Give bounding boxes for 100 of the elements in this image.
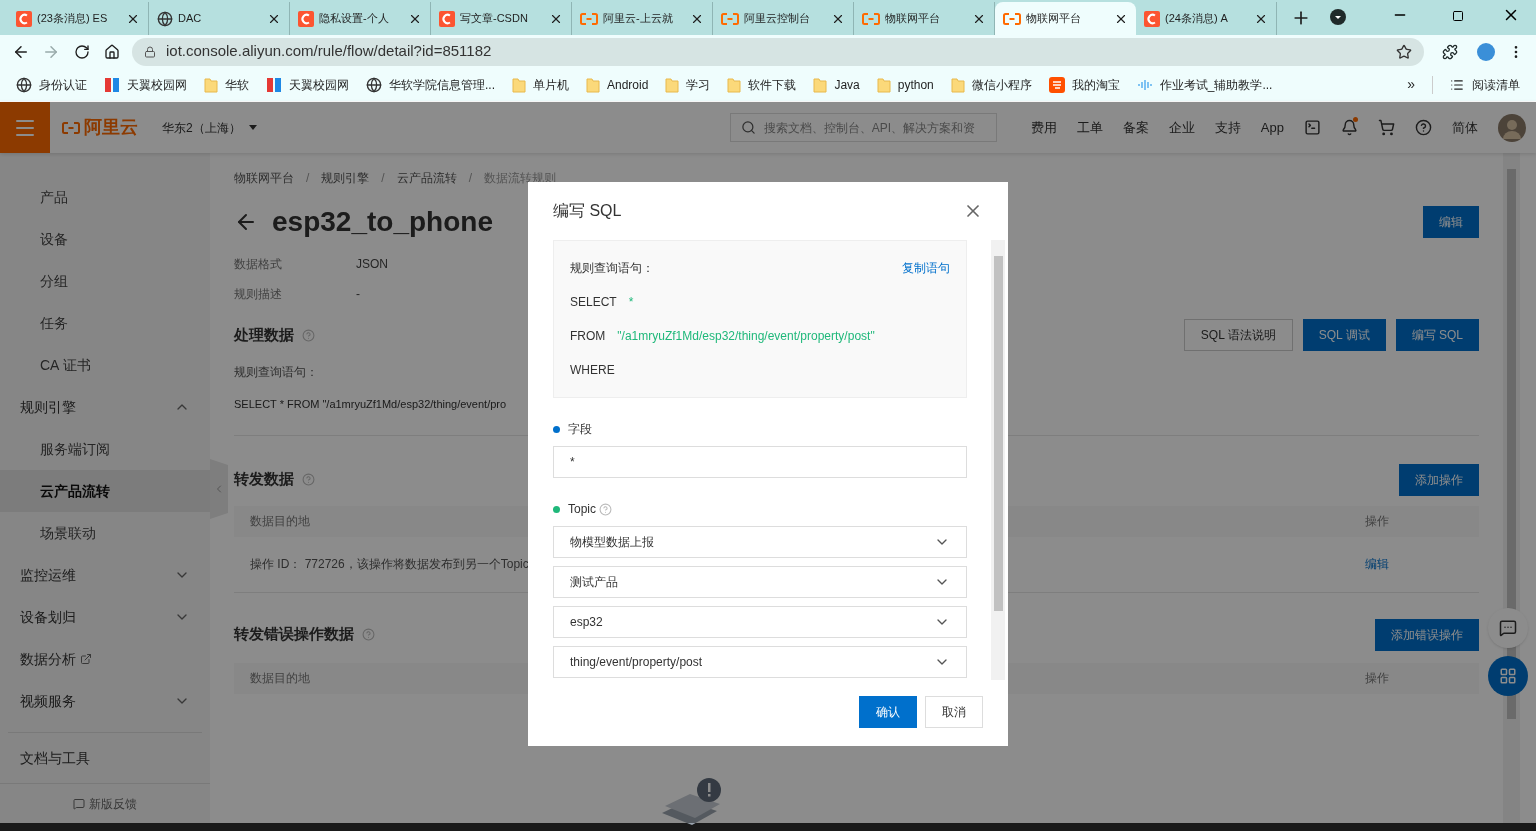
collapse-handle[interactable] bbox=[210, 459, 228, 519]
add-error-action-button[interactable]: 添加错误操作 bbox=[1375, 618, 1479, 651]
breadcrumb-link[interactable]: 云产品流转 bbox=[396, 169, 457, 187]
sound-wave-icon bbox=[1136, 78, 1153, 91]
bookmark[interactable]: 身份认证 bbox=[16, 75, 87, 94]
sql-keyword: SELECT bbox=[570, 294, 617, 311]
dialog-button[interactable]: 确认 bbox=[859, 696, 917, 728]
address-bar[interactable]: iot.console.aliyun.com/rule/flow/detail?id=851182 bbox=[132, 37, 1424, 66]
header-link[interactable]: 费用 bbox=[1030, 117, 1057, 138]
tab-title: (23条消息) ES bbox=[37, 11, 108, 27]
add-action-button[interactable]: 添加操作 bbox=[1399, 463, 1479, 496]
bookmark[interactable]: Android bbox=[586, 75, 649, 94]
select-dropdown[interactable]: thing/event/property/post bbox=[553, 646, 967, 678]
language-link[interactable]: 简体 bbox=[1452, 117, 1478, 138]
header-link[interactable]: 备案 bbox=[1122, 117, 1149, 138]
bookmark[interactable]: 软件下载 bbox=[727, 75, 797, 94]
header-link[interactable]: App bbox=[1260, 117, 1284, 138]
meta-label: 数据格式 bbox=[234, 256, 283, 273]
more-bookmarks[interactable]: » bbox=[1407, 74, 1415, 95]
region-selector[interactable]: 华东2（上海） bbox=[162, 118, 257, 137]
sidebar-item[interactable]: 分组 bbox=[0, 260, 210, 302]
dialog-scrollbar[interactable] bbox=[991, 240, 1005, 680]
reload-icon[interactable] bbox=[74, 43, 90, 60]
bookmark[interactable]: Java bbox=[813, 75, 860, 94]
tab-search-icon[interactable] bbox=[1330, 9, 1346, 25]
sql-keyword: WHERE bbox=[570, 362, 615, 379]
sql-button[interactable]: SQL 语法说明 bbox=[1183, 319, 1293, 351]
field-label: 字段 bbox=[568, 421, 592, 438]
select-dropdown[interactable]: esp32 bbox=[553, 606, 967, 638]
notification-bell[interactable] bbox=[1341, 119, 1358, 136]
sidebar-group[interactable]: 规则引擎 bbox=[0, 386, 210, 428]
bookmark[interactable]: 微信小程序 bbox=[950, 75, 1032, 94]
restore-icon[interactable] bbox=[1452, 10, 1464, 22]
breadcrumb-link[interactable]: 规则引擎 bbox=[321, 169, 370, 187]
breadcrumb-separator: / bbox=[306, 170, 310, 187]
sidebar-group[interactable]: 设备划归 bbox=[0, 596, 210, 638]
apps-icon bbox=[1499, 667, 1517, 685]
bookmark[interactable]: 单片机 bbox=[512, 75, 569, 94]
colored-bars-icon bbox=[104, 76, 120, 93]
extensions-icon[interactable] bbox=[1442, 43, 1458, 60]
external-link-icon bbox=[80, 653, 92, 665]
dialog-scrollbar-thumb[interactable] bbox=[993, 256, 1003, 611]
sidebar-group[interactable]: 数据分析 bbox=[0, 638, 210, 680]
folder-icon bbox=[876, 76, 891, 93]
edit-button[interactable]: 编辑 bbox=[1423, 206, 1479, 238]
input-field[interactable]: * bbox=[553, 446, 967, 478]
bookmark[interactable]: 作业考试_辅助教学... bbox=[1136, 75, 1273, 94]
csdn-logo-icon bbox=[1144, 10, 1160, 27]
meta-value: - bbox=[356, 286, 360, 303]
help-icon[interactable] bbox=[1415, 119, 1432, 136]
aliyun-logo-icon bbox=[721, 12, 739, 25]
url-text: iot.console.aliyun.com/rule/flow/detail?id=851182 bbox=[166, 41, 492, 62]
sql-button[interactable]: 编写 SQL bbox=[1395, 319, 1479, 351]
table-cell-text: 操作 ID： 772726，该操作将数据发布到另一个Topic bbox=[250, 556, 530, 573]
sidebar-item[interactable]: 云产品流转 bbox=[0, 470, 210, 512]
sidebar-item[interactable]: 场景联动 bbox=[0, 512, 210, 554]
meta-value: JSON bbox=[356, 256, 388, 273]
sql-button[interactable]: SQL 调试 bbox=[1302, 319, 1386, 351]
caret-icon bbox=[248, 125, 257, 130]
breadcrumb-separator: / bbox=[468, 170, 473, 187]
sidebar-item[interactable]: 设备 bbox=[0, 218, 210, 260]
section-title: 转发数据 bbox=[234, 469, 294, 490]
header-link[interactable]: 支持 bbox=[1214, 117, 1241, 138]
dialog-button[interactable]: 取消 bbox=[925, 696, 983, 728]
bookmark[interactable]: 天翼校园网 bbox=[104, 75, 187, 94]
sidebar-group[interactable]: 文档与工具 bbox=[8, 737, 202, 779]
tab-title: 阿里云控制台 bbox=[744, 11, 810, 27]
cart-icon[interactable] bbox=[1378, 119, 1395, 136]
bookmark[interactable]: python bbox=[876, 75, 934, 94]
terminal-icon[interactable] bbox=[1304, 119, 1321, 136]
home-icon[interactable] bbox=[104, 43, 120, 60]
breadcrumb-link[interactable]: 物联网平台 bbox=[234, 169, 294, 187]
apps-button[interactable] bbox=[1488, 656, 1528, 696]
sidebar-item[interactable]: 产品 bbox=[0, 176, 210, 218]
profile-avatar[interactable] bbox=[1476, 41, 1496, 62]
aliyun-logo-icon bbox=[62, 121, 80, 134]
bookmark[interactable]: 我的淘宝 bbox=[1048, 75, 1120, 94]
select-dropdown[interactable]: 物模型数据上报 bbox=[553, 526, 967, 558]
sql-keyword: FROM bbox=[570, 328, 606, 345]
bookmark-star-icon[interactable] bbox=[1396, 43, 1412, 60]
header-link[interactable]: 工单 bbox=[1076, 117, 1103, 138]
bookmark[interactable]: 天翼校园网 bbox=[266, 75, 349, 94]
search-field[interactable]: 搜索文档、控制台、API、解决方案和资 bbox=[729, 113, 997, 142]
bookmark[interactable]: 学习 bbox=[665, 75, 711, 94]
sql-value: "/a1mryuZf1Md/esp32/thing/event/property/post" bbox=[617, 328, 875, 345]
header-link[interactable]: 企业 bbox=[1168, 117, 1195, 138]
copy-link[interactable]: 复制语句 bbox=[902, 259, 950, 277]
bookmark[interactable]: 华软 bbox=[204, 75, 249, 94]
edit-link[interactable]: 编辑 bbox=[1365, 555, 1463, 573]
browser-tab[interactable]: 物联网平台 bbox=[995, 2, 1136, 35]
sidebar-group[interactable]: 视频服务 bbox=[0, 680, 210, 722]
bookmark[interactable]: 华软学院信息管理... bbox=[366, 75, 495, 94]
sidebar-item[interactable]: CA 证书 bbox=[0, 344, 210, 386]
sidebar-item[interactable]: 任务 bbox=[0, 302, 210, 344]
sidebar-item[interactable]: 服务端订阅 bbox=[0, 428, 210, 470]
reading-list[interactable]: 阅读清单 bbox=[1450, 75, 1520, 94]
user-avatar[interactable] bbox=[1498, 113, 1526, 142]
sidebar-group[interactable]: 监控运维 bbox=[0, 554, 210, 596]
dialog-title: 编写 SQL bbox=[553, 201, 622, 221]
select-dropdown[interactable]: 测试产品 bbox=[553, 566, 967, 598]
